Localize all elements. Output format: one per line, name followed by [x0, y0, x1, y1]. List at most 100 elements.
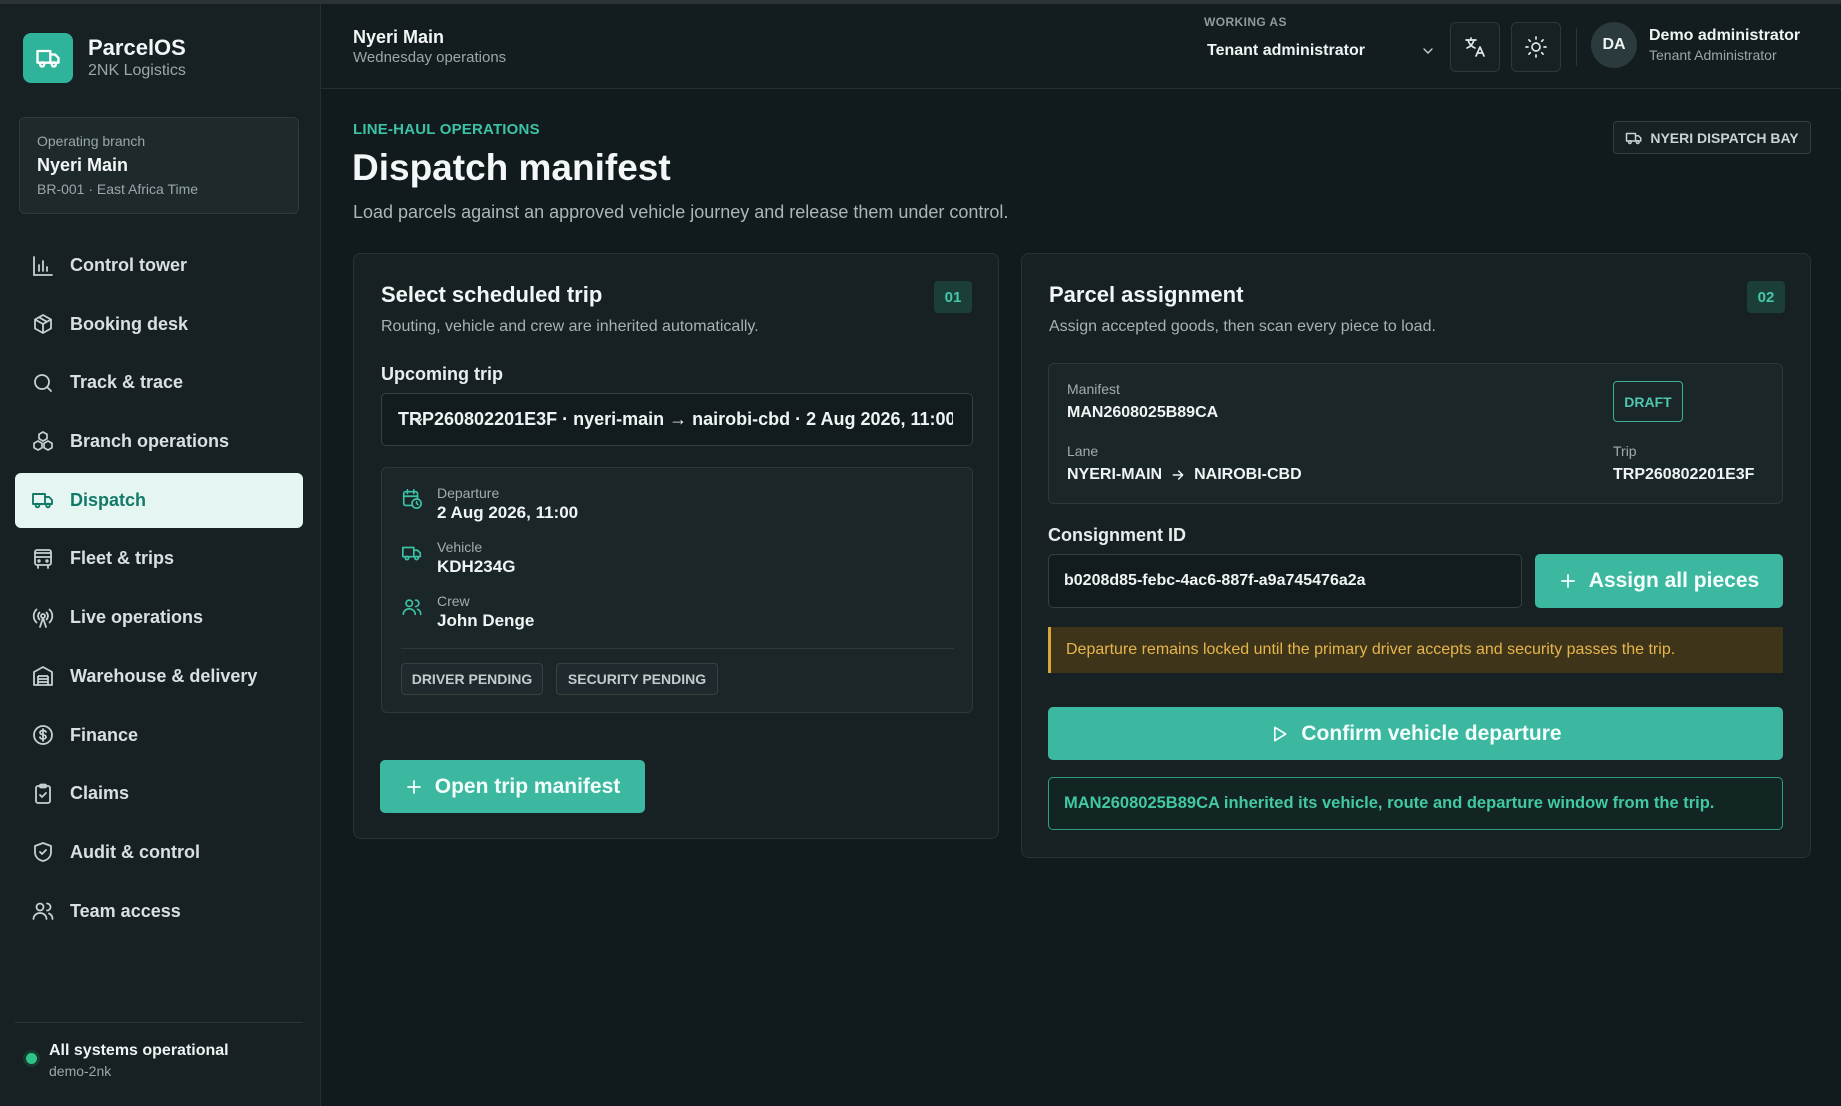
lane-from: NYERI-MAIN: [1067, 466, 1163, 483]
manifest-success-message: MAN2608025B89CA inherited its vehicle, r…: [1048, 777, 1783, 830]
branch-label: Operating branch: [37, 133, 146, 149]
avatar[interactable]: DA: [1591, 22, 1637, 68]
branch-selector[interactable]: Operating branch Nyeri Main BR-001 · Eas…: [19, 117, 299, 214]
consignment-id-label: Consignment ID: [1048, 525, 1186, 545]
sidebar-item-audit-control[interactable]: Audit & control: [15, 825, 303, 880]
user-role: Tenant Administrator: [1649, 47, 1777, 63]
users-icon: [30, 898, 56, 924]
upcoming-trip-select[interactable]: TRP260802201E3F · nyeri-main → nairobi-c…: [381, 393, 973, 446]
chevron-down-icon: [411, 414, 966, 428]
step-badge: 02: [1747, 281, 1785, 313]
header-divider: [1576, 28, 1577, 66]
calendar-clock-icon: [401, 488, 423, 510]
confirm-departure-label: Confirm vehicle departure: [1301, 721, 1562, 745]
card-title: Parcel assignment: [1049, 282, 1244, 307]
package-icon: [30, 311, 56, 337]
divider: [401, 648, 954, 649]
sidebar-item-track-trace[interactable]: Track & trace: [15, 355, 303, 410]
sidebar-item-label: Branch operations: [70, 431, 230, 452]
branch-name: Nyeri Main: [37, 155, 129, 175]
warehouse-icon: [30, 663, 56, 689]
step-badge: 01: [934, 281, 972, 313]
sidebar-item-label: Claims: [70, 783, 130, 804]
system-status-text: All systems operational: [49, 1042, 229, 1059]
assign-all-pieces-label: Assign all pieces: [1588, 569, 1760, 592]
truck-icon: [1625, 129, 1643, 147]
sidebar-item-control-tower[interactable]: Control tower: [15, 238, 303, 293]
role-selector[interactable]: WORKING AS Tenant administrator: [1204, 14, 1436, 60]
sidebar-item-label: Booking desk: [70, 313, 189, 334]
open-trip-manifest-button[interactable]: Open trip manifest: [380, 760, 645, 813]
trip-label: Trip: [1613, 443, 1637, 459]
status-dot-icon: [26, 1053, 37, 1064]
brand[interactable]: ParcelOS 2NK Logistics: [23, 33, 186, 83]
departure-lock-warning: Departure remains locked until the prima…: [1048, 627, 1783, 673]
bus-icon: [30, 546, 56, 572]
sidebar-item-label: Control tower: [70, 255, 187, 275]
lane-value: NYERI-MAIN NAIROBI-CBD: [1067, 466, 1302, 484]
sidebar-item-fleet-trips[interactable]: Fleet & trips: [15, 531, 303, 586]
sidebar-item-branch-operations[interactable]: Branch operations: [15, 414, 303, 469]
page-kicker: LINE-HAUL OPERATIONS: [353, 121, 540, 138]
assign-all-pieces-button[interactable]: Assign all pieces: [1535, 554, 1783, 608]
sidebar-item-warehouse-delivery[interactable]: Warehouse & delivery: [15, 649, 303, 704]
crew-label: Crew: [437, 593, 470, 609]
status-badge: DRAFT: [1613, 381, 1683, 422]
parcel-assignment-card: Parcel assignment Assign accepted goods,…: [1021, 253, 1811, 858]
sidebar-item-booking-desk[interactable]: Booking desk: [15, 297, 303, 352]
manifest-id: MAN2608025B89CA: [1067, 404, 1219, 421]
trip-details-panel: Departure 2 Aug 2026, 11:00 Vehicle KDH2…: [381, 467, 973, 713]
open-trip-manifest-label: Open trip manifest: [434, 774, 621, 798]
sidebar-item-claims[interactable]: Claims: [15, 766, 303, 821]
user-menu[interactable]: Demo administrator Tenant Administrator: [1649, 26, 1800, 64]
top-header: Nyeri Main Wednesday operations WORKING …: [321, 4, 1841, 89]
company-name: 2NK Logistics: [88, 62, 186, 79]
sidebar-item-finance[interactable]: Finance: [15, 708, 303, 763]
crew-value: John Denge: [437, 611, 535, 630]
plus-icon: [405, 778, 423, 796]
confirm-vehicle-departure-button[interactable]: Confirm vehicle departure: [1048, 707, 1783, 760]
lane-label: Lane: [1067, 443, 1099, 459]
sidebar-item-dispatch[interactable]: Dispatch: [15, 472, 303, 528]
sidebar-item-label: Dispatch: [70, 489, 147, 510]
app-name: ParcelOS: [88, 35, 186, 60]
consignment-id-field[interactable]: [1048, 554, 1522, 608]
sidebar-item-label: Audit & control: [70, 841, 200, 862]
translate-icon: [1463, 35, 1487, 59]
play-icon: [1269, 724, 1289, 744]
chevron-down-icon: [1420, 43, 1436, 59]
truck-logo-icon: [23, 33, 73, 83]
theme-toggle-button[interactable]: [1511, 22, 1561, 72]
sidebar-item-label: Fleet & trips: [70, 548, 175, 569]
sidebar-item-live-operations[interactable]: Live operations: [15, 590, 303, 645]
driver-pending-badge: DRIVER PENDING: [401, 663, 543, 695]
card-subtitle: Assign accepted goods, then scan every p…: [1049, 318, 1436, 335]
arrow-right-icon: [1170, 467, 1186, 483]
shield-check-icon: [30, 839, 56, 865]
language-button[interactable]: [1450, 22, 1500, 72]
vehicle-row: Vehicle KDH234G: [401, 538, 515, 578]
dispatch-bay-badge: NYERI DISPATCH BAY: [1613, 121, 1811, 154]
truck-icon: [401, 542, 423, 564]
vehicle-value: KDH234G: [437, 557, 516, 576]
sidebar-item-team-access[interactable]: Team access: [15, 884, 303, 939]
branch-meta: BR-001 · East Africa Time: [37, 181, 199, 197]
card-title: Select scheduled trip: [381, 282, 603, 307]
user-name: Demo administrator: [1649, 27, 1801, 44]
crew-row: Crew John Denge: [401, 592, 534, 632]
header-subtitle: Wednesday operations: [353, 49, 507, 66]
truck-icon: [30, 487, 56, 513]
lane-to: NAIROBI-CBD: [1194, 466, 1302, 483]
users-icon: [401, 596, 423, 618]
page-description: Load parcels against an approved vehicle…: [353, 202, 1009, 222]
security-pending-badge: SECURITY PENDING: [556, 663, 718, 695]
boxes-icon: [30, 429, 56, 455]
consignment-id-input[interactable]: [1064, 572, 1504, 590]
header-title: Nyeri Main: [353, 27, 445, 47]
departure-value: 2 Aug 2026, 11:00: [437, 503, 579, 522]
sidebar: ParcelOS 2NK Logistics Operating branch …: [0, 4, 321, 1106]
bay-badge-label: NYERI DISPATCH BAY: [1650, 129, 1799, 146]
tenant-id: demo-2nk: [49, 1063, 112, 1079]
manifest-summary: Manifest MAN2608025B89CA DRAFT Lane NYER…: [1048, 363, 1783, 504]
sun-icon: [1524, 35, 1548, 59]
